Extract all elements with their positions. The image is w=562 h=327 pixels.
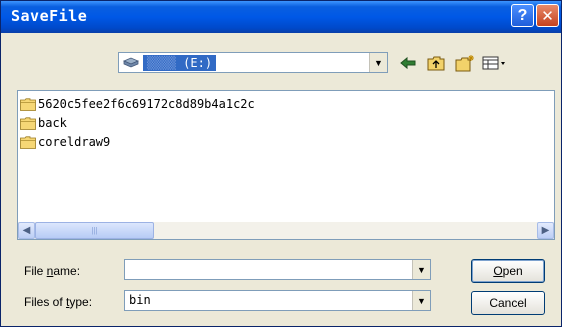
list-item[interactable]: 5620c5fee2f6c69172c8d89b4a1c2c — [20, 95, 255, 113]
back-arrow-icon[interactable] — [397, 52, 419, 74]
cancel-button[interactable]: Cancel — [471, 291, 545, 315]
folder-icon — [20, 97, 36, 111]
file-name: coreldraw9 — [38, 135, 111, 149]
close-button[interactable]: ✕ — [536, 4, 559, 27]
file-name-label: File name: — [24, 264, 81, 278]
help-icon: ? — [517, 6, 528, 24]
scroll-right-button[interactable]: ▶ — [537, 222, 554, 239]
look-in-selected-drive: ▒▒▒▒ (E:) — [143, 55, 217, 71]
drive-icon — [123, 57, 139, 68]
scroll-left-button[interactable]: ◀ — [18, 222, 35, 239]
chevron-left-icon: ◀ — [22, 225, 31, 236]
close-icon: ✕ — [541, 6, 554, 25]
help-button[interactable]: ? — [511, 4, 534, 27]
open-button[interactable]: Open — [471, 259, 545, 283]
grip-icon: ||| — [91, 226, 98, 235]
file-name-combo[interactable]: ▼ — [124, 259, 431, 280]
file-type-label: Files of type: — [24, 295, 93, 309]
title-bar[interactable]: SaveFile ? ✕ — [1, 1, 561, 33]
list-item[interactable]: coreldraw9 — [20, 133, 110, 151]
folder-icon — [20, 116, 36, 130]
horizontal-scrollbar[interactable]: ◀ ||| ▶ — [18, 222, 554, 239]
save-file-dialog: SaveFile ? ✕ ▒▒▒▒ (E:) ▼ 5620c5fee2f6c69… — [0, 0, 562, 327]
file-name: back — [38, 116, 67, 130]
chevron-down-icon[interactable]: ▼ — [412, 260, 430, 279]
file-type-combo[interactable]: bin ▼ — [124, 290, 431, 311]
drive-letter: (E:) — [183, 56, 213, 70]
list-item[interactable]: back — [20, 114, 67, 132]
file-list[interactable]: 5620c5fee2f6c69172c8d89b4a1c2c back core… — [17, 90, 555, 240]
folder-icon — [20, 135, 36, 149]
up-folder-icon[interactable] — [425, 52, 447, 74]
file-type-value: bin — [129, 293, 151, 307]
chevron-down-icon[interactable]: ▼ — [369, 53, 387, 72]
chevron-down-icon[interactable]: ▼ — [412, 291, 430, 310]
views-menu-icon[interactable] — [481, 52, 509, 74]
chevron-right-icon: ▶ — [541, 225, 550, 236]
look-in-dropdown[interactable]: ▒▒▒▒ (E:) ▼ — [118, 52, 388, 73]
file-name: 5620c5fee2f6c69172c8d89b4a1c2c — [38, 97, 255, 111]
new-folder-icon[interactable] — [454, 52, 476, 74]
obscured-drive-name: ▒▒▒▒ — [147, 56, 176, 70]
window-title: SaveFile — [11, 7, 88, 25]
scrollbar-thumb[interactable]: ||| — [35, 222, 154, 239]
